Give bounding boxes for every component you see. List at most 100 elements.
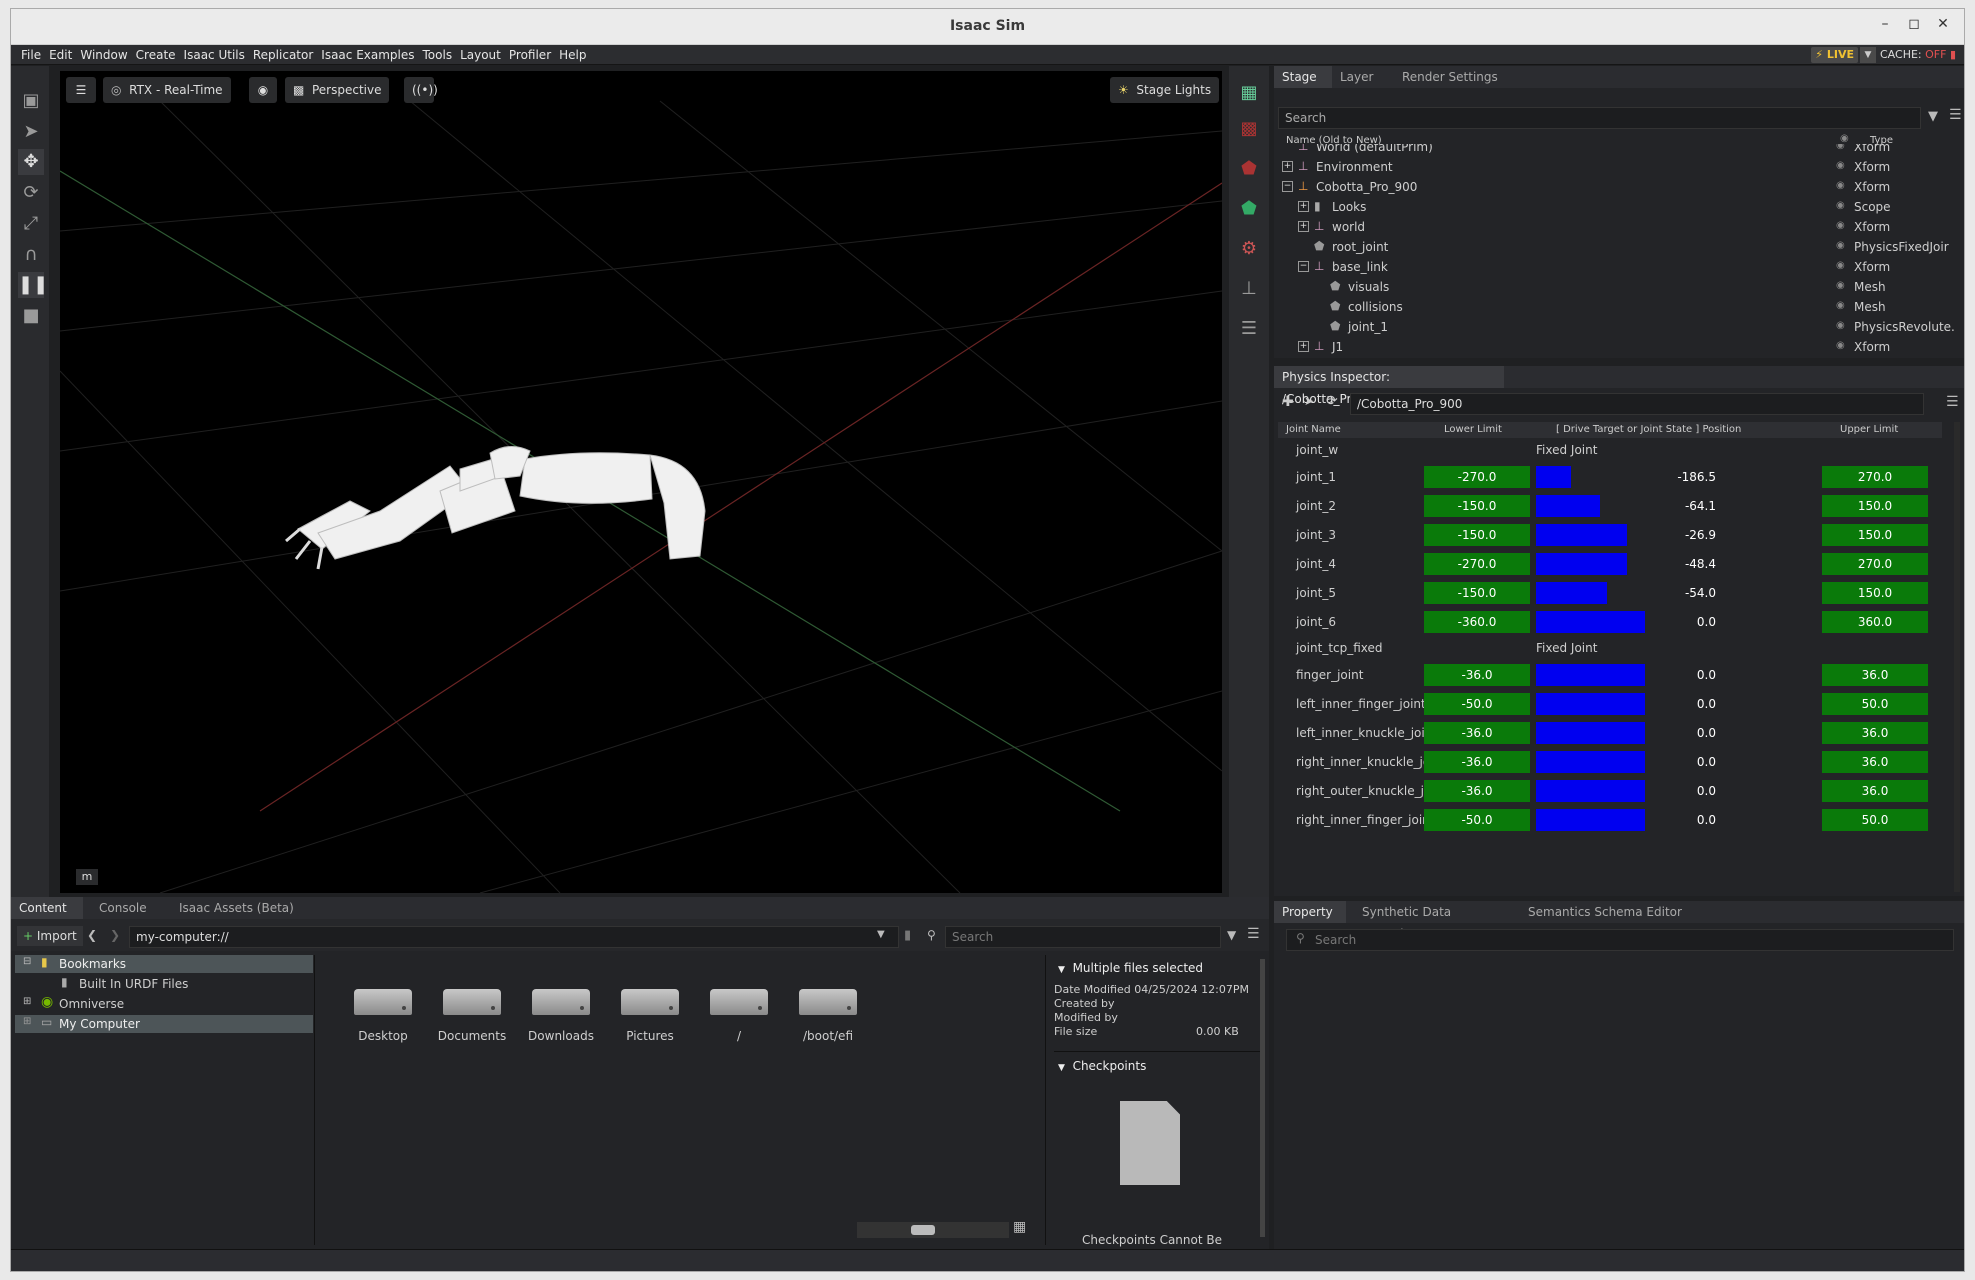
lower-limit-field[interactable]: -150.0 bbox=[1424, 582, 1530, 604]
refresh-icon[interactable]: ⟳ bbox=[1326, 393, 1338, 409]
stage-row[interactable]: − ⊥ Cobotta_Pro_900 ◉ Xform bbox=[1274, 178, 1964, 198]
stage-search-input[interactable]: Search bbox=[1278, 107, 1921, 129]
details-scrollbar[interactable] bbox=[1260, 959, 1265, 1237]
expand-icon[interactable]: + bbox=[1282, 161, 1293, 172]
bookmark-icon[interactable]: ▮ bbox=[904, 928, 911, 943]
stage-row[interactable]: ⬟ collisions ◉ Mesh bbox=[1274, 298, 1964, 318]
position-slider[interactable]: -64.1 bbox=[1536, 495, 1716, 517]
cache-status[interactable]: CACHE: OFF ▮ bbox=[1880, 45, 1956, 65]
upper-limit-field[interactable]: 150.0 bbox=[1822, 524, 1928, 546]
upper-limit-field[interactable]: 36.0 bbox=[1822, 780, 1928, 802]
lower-limit-field[interactable]: -50.0 bbox=[1424, 809, 1530, 831]
tab-isaac-assets[interactable]: Isaac Assets (Beta) bbox=[171, 897, 311, 919]
zoom-slider-handle[interactable] bbox=[911, 1225, 935, 1235]
snap-icon[interactable]: ∩ bbox=[18, 242, 44, 268]
lower-limit-field[interactable]: -36.0 bbox=[1424, 751, 1530, 773]
sliders-icon[interactable]: ☰ bbox=[1236, 316, 1262, 342]
select-mode-icon[interactable]: ▣ bbox=[18, 88, 44, 114]
address-input[interactable]: my-computer:// bbox=[129, 926, 899, 948]
minimize-icon[interactable]: – bbox=[1874, 16, 1896, 32]
tree-item-my-computer[interactable]: ⊞ ▭ My Computer bbox=[15, 1015, 313, 1033]
menu-icon[interactable]: ☰ bbox=[1949, 107, 1962, 123]
position-slider[interactable]: 0.0 bbox=[1536, 611, 1716, 633]
viewport[interactable]: ☰ ◎ RTX - Real-Time ◉ ▩ Perspective ((•)… bbox=[60, 71, 1222, 893]
folder-item[interactable]: /boot/efi bbox=[788, 989, 868, 1043]
upper-limit-field[interactable]: 150.0 bbox=[1822, 495, 1928, 517]
stage-row[interactable]: + ⊥ J1 ◉ Xform bbox=[1274, 338, 1964, 358]
upper-limit-field[interactable]: 50.0 bbox=[1822, 809, 1928, 831]
tree-item-bookmarks[interactable]: ⊟ ▮ Bookmarks bbox=[15, 955, 313, 973]
stage-lights-button[interactable]: ☀ Stage Lights bbox=[1110, 77, 1220, 103]
stop-icon[interactable]: ■ bbox=[18, 303, 44, 329]
position-slider[interactable]: 0.0 bbox=[1536, 722, 1716, 744]
position-slider[interactable]: -54.0 bbox=[1536, 582, 1716, 604]
upper-limit-field[interactable]: 270.0 bbox=[1822, 553, 1928, 575]
pause-icon[interactable]: ❚❚ bbox=[18, 272, 48, 298]
tab-render-settings[interactable]: Render Settings bbox=[1394, 66, 1514, 88]
lower-limit-field[interactable]: -36.0 bbox=[1424, 780, 1530, 802]
tab-layer[interactable]: Layer bbox=[1332, 66, 1392, 88]
tree-item-urdf[interactable]: ▮ Built In URDF Files bbox=[15, 975, 313, 993]
eye-icon[interactable]: ◉ bbox=[1836, 180, 1845, 191]
details-header[interactable]: ▼ Multiple files selected bbox=[1058, 961, 1203, 975]
zoom-slider[interactable] bbox=[857, 1222, 1009, 1238]
joint-icon[interactable]: ⊥ bbox=[1236, 276, 1262, 302]
content-menu-icon[interactable]: ☰ bbox=[1247, 926, 1260, 942]
forward-icon[interactable]: ❯ bbox=[110, 928, 120, 942]
lower-limit-field[interactable]: -150.0 bbox=[1424, 524, 1530, 546]
tab-synthetic-data-recorder[interactable]: Synthetic Data Recorder bbox=[1354, 901, 1514, 941]
menu-item-isaac-utils[interactable]: Isaac Utils bbox=[180, 45, 249, 65]
menu-item-profiler[interactable]: Profiler bbox=[505, 45, 555, 65]
property-search-input[interactable]: Search bbox=[1286, 929, 1954, 951]
eye-icon[interactable]: ◉ bbox=[1836, 260, 1845, 271]
eye-icon[interactable]: ◉ bbox=[1836, 200, 1845, 211]
position-slider[interactable]: 0.0 bbox=[1536, 780, 1716, 802]
menu-item-layout[interactable]: Layout bbox=[456, 45, 505, 65]
folder-item[interactable]: Pictures bbox=[610, 989, 690, 1043]
stage-row[interactable]: + ⊥ Environment ◉ Xform bbox=[1274, 158, 1964, 178]
folder-item[interactable]: Desktop bbox=[343, 989, 423, 1043]
eye-icon[interactable]: ◉ bbox=[1836, 240, 1845, 251]
lower-limit-field[interactable]: -50.0 bbox=[1424, 693, 1530, 715]
upper-limit-field[interactable]: 36.0 bbox=[1822, 751, 1928, 773]
lower-limit-field[interactable]: -360.0 bbox=[1424, 611, 1530, 633]
physics-scrollbar[interactable] bbox=[1954, 422, 1960, 892]
rigid-body-icon[interactable]: ⬟ bbox=[1236, 156, 1262, 182]
eye-icon[interactable]: ◉ bbox=[1836, 340, 1845, 351]
position-slider[interactable]: 0.0 bbox=[1536, 693, 1716, 715]
add-icon[interactable]: ✚ bbox=[1282, 394, 1294, 410]
stage-row[interactable]: − ⊥ base_link ◉ Xform bbox=[1274, 258, 1964, 278]
menu-item-file[interactable]: File bbox=[17, 45, 45, 65]
folder-item[interactable]: / bbox=[699, 989, 779, 1043]
expand-icon[interactable]: + bbox=[1298, 341, 1309, 352]
stage-row[interactable]: ⬟ root_joint ◉ PhysicsFixedJoir bbox=[1274, 238, 1964, 258]
upper-limit-field[interactable]: 360.0 bbox=[1822, 611, 1928, 633]
tab-semantics-schema-editor[interactable]: Semantics Schema Editor bbox=[1520, 901, 1700, 923]
gear-icon[interactable]: ⚙ bbox=[1236, 236, 1262, 262]
eye-icon[interactable]: ◉ bbox=[249, 77, 277, 103]
menu-item-edit[interactable]: Edit bbox=[45, 45, 76, 65]
eye-icon[interactable]: ◉ bbox=[1836, 160, 1845, 171]
remove-physics-icon[interactable]: ▩ bbox=[1236, 116, 1262, 142]
stage-row[interactable]: ⬟ joint_1 ◉ PhysicsRevolute. bbox=[1274, 318, 1964, 338]
upper-limit-field[interactable]: 270.0 bbox=[1822, 466, 1928, 488]
eye-icon[interactable]: ◉ bbox=[1836, 280, 1845, 291]
grid-view-icon[interactable]: ▦ bbox=[1013, 1219, 1026, 1235]
menu-item-create[interactable]: Create bbox=[132, 45, 180, 65]
content-search-input[interactable]: Search bbox=[945, 926, 1221, 948]
menu-item-window[interactable]: Window bbox=[76, 45, 131, 65]
camera-button[interactable]: ▩ Perspective bbox=[285, 77, 390, 103]
menu-item-tools[interactable]: Tools bbox=[419, 45, 457, 65]
collapse-icon[interactable]: − bbox=[1298, 261, 1309, 272]
collapse-icon[interactable]: ⊟ bbox=[23, 956, 31, 967]
pointer-icon[interactable]: ➤ bbox=[18, 119, 44, 145]
lower-limit-field[interactable]: -36.0 bbox=[1424, 722, 1530, 744]
tab-console[interactable]: Console bbox=[91, 897, 157, 919]
select-icon[interactable]: ➤ bbox=[1304, 394, 1314, 408]
content-filter-icon[interactable]: ▼ bbox=[1227, 928, 1236, 942]
menu-item-replicator[interactable]: Replicator bbox=[249, 45, 317, 65]
expand-icon[interactable]: + bbox=[1298, 201, 1309, 212]
menu-item-help[interactable]: Help bbox=[555, 45, 590, 65]
chevron-down-icon[interactable]: ▼ bbox=[1860, 47, 1876, 63]
maximize-icon[interactable]: ◻ bbox=[1903, 16, 1925, 32]
